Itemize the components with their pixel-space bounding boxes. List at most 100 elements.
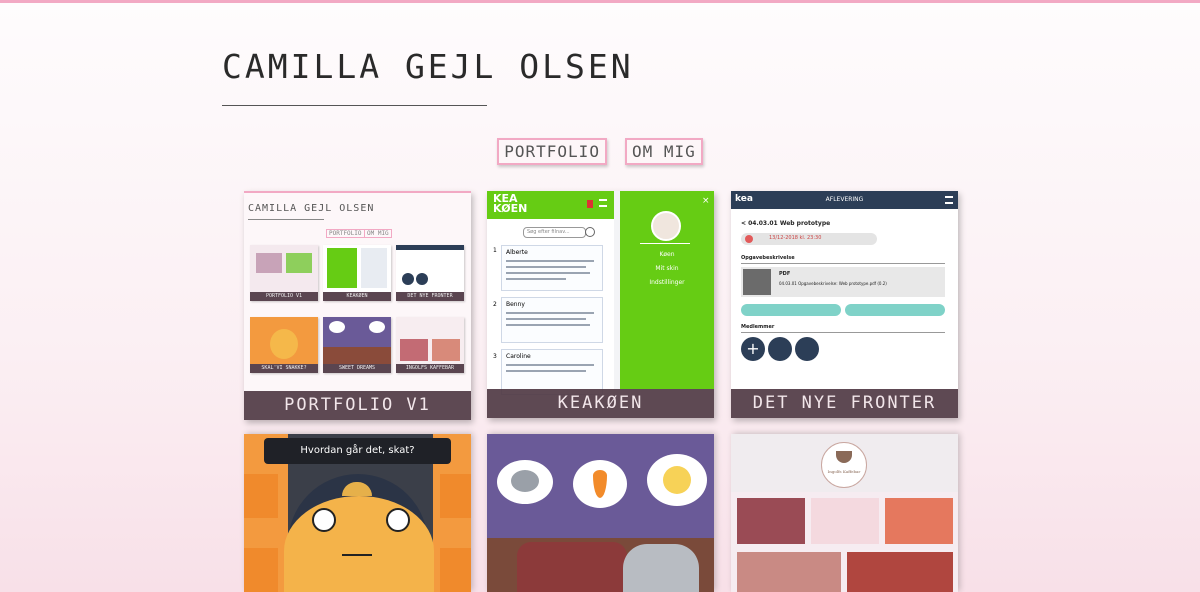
description-label: Opgavebeskrivelse [741,255,795,261]
clock-icon [745,235,753,243]
thumb-tile-caption: INGOLFS KAFFEBAR [396,364,464,373]
project-caption: KEAKØEN [487,389,714,418]
kea-post: Benny [501,297,603,343]
dream-cloud-carrot [573,460,627,508]
site-title: CAMILLA GEJL OLSEN [222,47,634,86]
thumb-nav-portfolio: PORTFOLIO [326,229,365,238]
deadline-text: 13/12-2018 kl. 23:30 [769,235,822,241]
close-icon: × [702,196,710,206]
gallery-photo [737,552,841,592]
project-caption: PORTFOLIO V1 [244,391,471,420]
side-menu-item: Mit skin [655,265,679,272]
project-card-keakoeen[interactable]: KEA KØEN Søg efter filnav... 1 Alberte 2… [487,191,714,418]
project-card-det-nye-fronter[interactable]: kea AFLEVERING < 04.03.01 Web prototype … [731,191,958,418]
side-menu-item: Køen [659,251,675,258]
mouse-icon [511,470,539,492]
portfolio-v1-thumbnail: CAMILLA GEJL OLSEN PORTFOLIO OM MIG PORT… [244,193,471,391]
thumb-tile: PORTFOLIO V1 [250,245,318,301]
keakoeen-thumbnail: KEA KØEN Søg efter filnav... 1 Alberte 2… [487,191,714,395]
kea-logo-line2: KØEN [493,202,528,215]
side-panel-right [440,474,471,518]
upload-button [845,304,945,316]
download-button [741,304,841,316]
main-nav: PORTFOLIO OM MIG [0,138,1200,165]
gallery-photo [811,498,879,544]
kea-post: Alberte [501,245,603,291]
project-card-ingolfs-kaffebar[interactable]: Ingolfs Kaffebar [731,434,958,592]
kea-app-header: KEA KØEN [487,191,614,219]
project-card-talk[interactable]: Hvordan går det, skat? [244,434,471,592]
gallery-photo [737,498,805,544]
kea-logo: KEA KØEN [493,193,528,215]
file-name: 04.03.01 Opgavebeskrivelse: Web prototyp… [779,281,887,286]
assignment-title: < 04.03.01 Web prototype [741,220,831,227]
post-author: Benny [506,301,525,308]
dream-cloud-mouse [497,460,553,504]
side-panel-right [440,548,471,592]
thumb-tile-caption: PORTFOLIO V1 [250,292,318,301]
cafe-logo-text: Ingolfs Kaffebar [827,469,861,474]
add-member-icon: + [741,337,765,361]
thumb-title-underline [248,219,324,220]
project-card-sweet-dreams[interactable] [487,434,714,592]
sun-icon [663,466,691,494]
thumb-tile-caption: SWEET DREAMS [323,364,391,373]
thumb-tile-caption: DET NYE FRONTER [396,292,464,301]
file-attachment: PDF 04.03.01 Opgavebeskrivelse: Web prot… [741,267,945,297]
menu-divider [640,243,690,244]
coffee-cup-icon [836,451,852,463]
search-icon [585,227,595,237]
kea-side-menu: × Køen Mit skin Indstillinger [620,191,714,389]
thumb-tile-caption: SKAL'VI SNAKKE? [250,364,318,373]
file-type: PDF [779,271,791,277]
avatar [651,211,681,241]
right-eye [386,508,410,532]
speech-bubble: Hvordan går det, skat? [264,438,451,464]
member-avatar-icon [795,337,819,361]
post-number: 2 [493,301,497,308]
project-caption: DET NYE FRONTER [731,389,958,418]
thumb-site-title: CAMILLA GEJL OLSEN [248,203,375,214]
thumb-nav-about: OM MIG [364,229,392,238]
thumb-tile: INGOLFS KAFFEBAR [396,317,464,373]
post-number: 3 [493,353,497,360]
side-panel-left [244,548,278,592]
members-label: Medlemmer [741,324,775,330]
thumb-tile-caption: KEAKØEN [323,292,391,301]
carrot-icon [593,470,607,498]
fronter-app-header: kea AFLEVERING [731,191,958,209]
post-number: 1 [493,247,497,254]
hamburger-menu-icon [945,196,953,204]
side-menu-item: Indstillinger [649,279,685,286]
thumb-tile: SWEET DREAMS [323,317,391,373]
section-divider [741,332,945,333]
mouth [342,554,372,556]
left-eye [312,508,336,532]
post-author: Alberte [506,249,528,256]
section-divider [741,263,945,264]
dream-cloud-sun [647,454,707,506]
sofa [517,542,627,592]
document-icon [743,269,771,295]
top-accent-bar [0,0,1200,3]
cafe-logo: Ingolfs Kaffebar [821,442,867,488]
notification-bell-icon [587,200,593,208]
title-underline [222,105,487,106]
hamburger-menu-icon [599,199,607,207]
thumb-tile: KEAKØEN [323,245,391,301]
project-card-portfolio-v1[interactable]: CAMILLA GEJL OLSEN PORTFOLIO OM MIG PORT… [244,191,471,420]
thumb-tile: SKAL'VI SNAKKE? [250,317,318,373]
kea-app-screen: KEA KØEN Søg efter filnav... 1 Alberte 2… [487,191,614,395]
nav-portfolio-button[interactable]: PORTFOLIO [497,138,607,165]
cafe-header: Ingolfs Kaffebar [731,434,958,492]
gallery-photo [885,498,953,544]
post-author: Caroline [506,353,531,360]
deadline-pill: 13/12-2018 kl. 23:30 [741,233,877,245]
kea-search-input: Søg efter filnav... [523,227,586,238]
member-avatar-icon [768,337,792,361]
fronter-header-title: AFLEVERING [825,196,864,203]
side-panel-left [244,474,278,518]
gallery-photo [847,552,953,592]
nav-about-button[interactable]: OM MIG [624,138,703,165]
elephant-character [623,544,699,592]
